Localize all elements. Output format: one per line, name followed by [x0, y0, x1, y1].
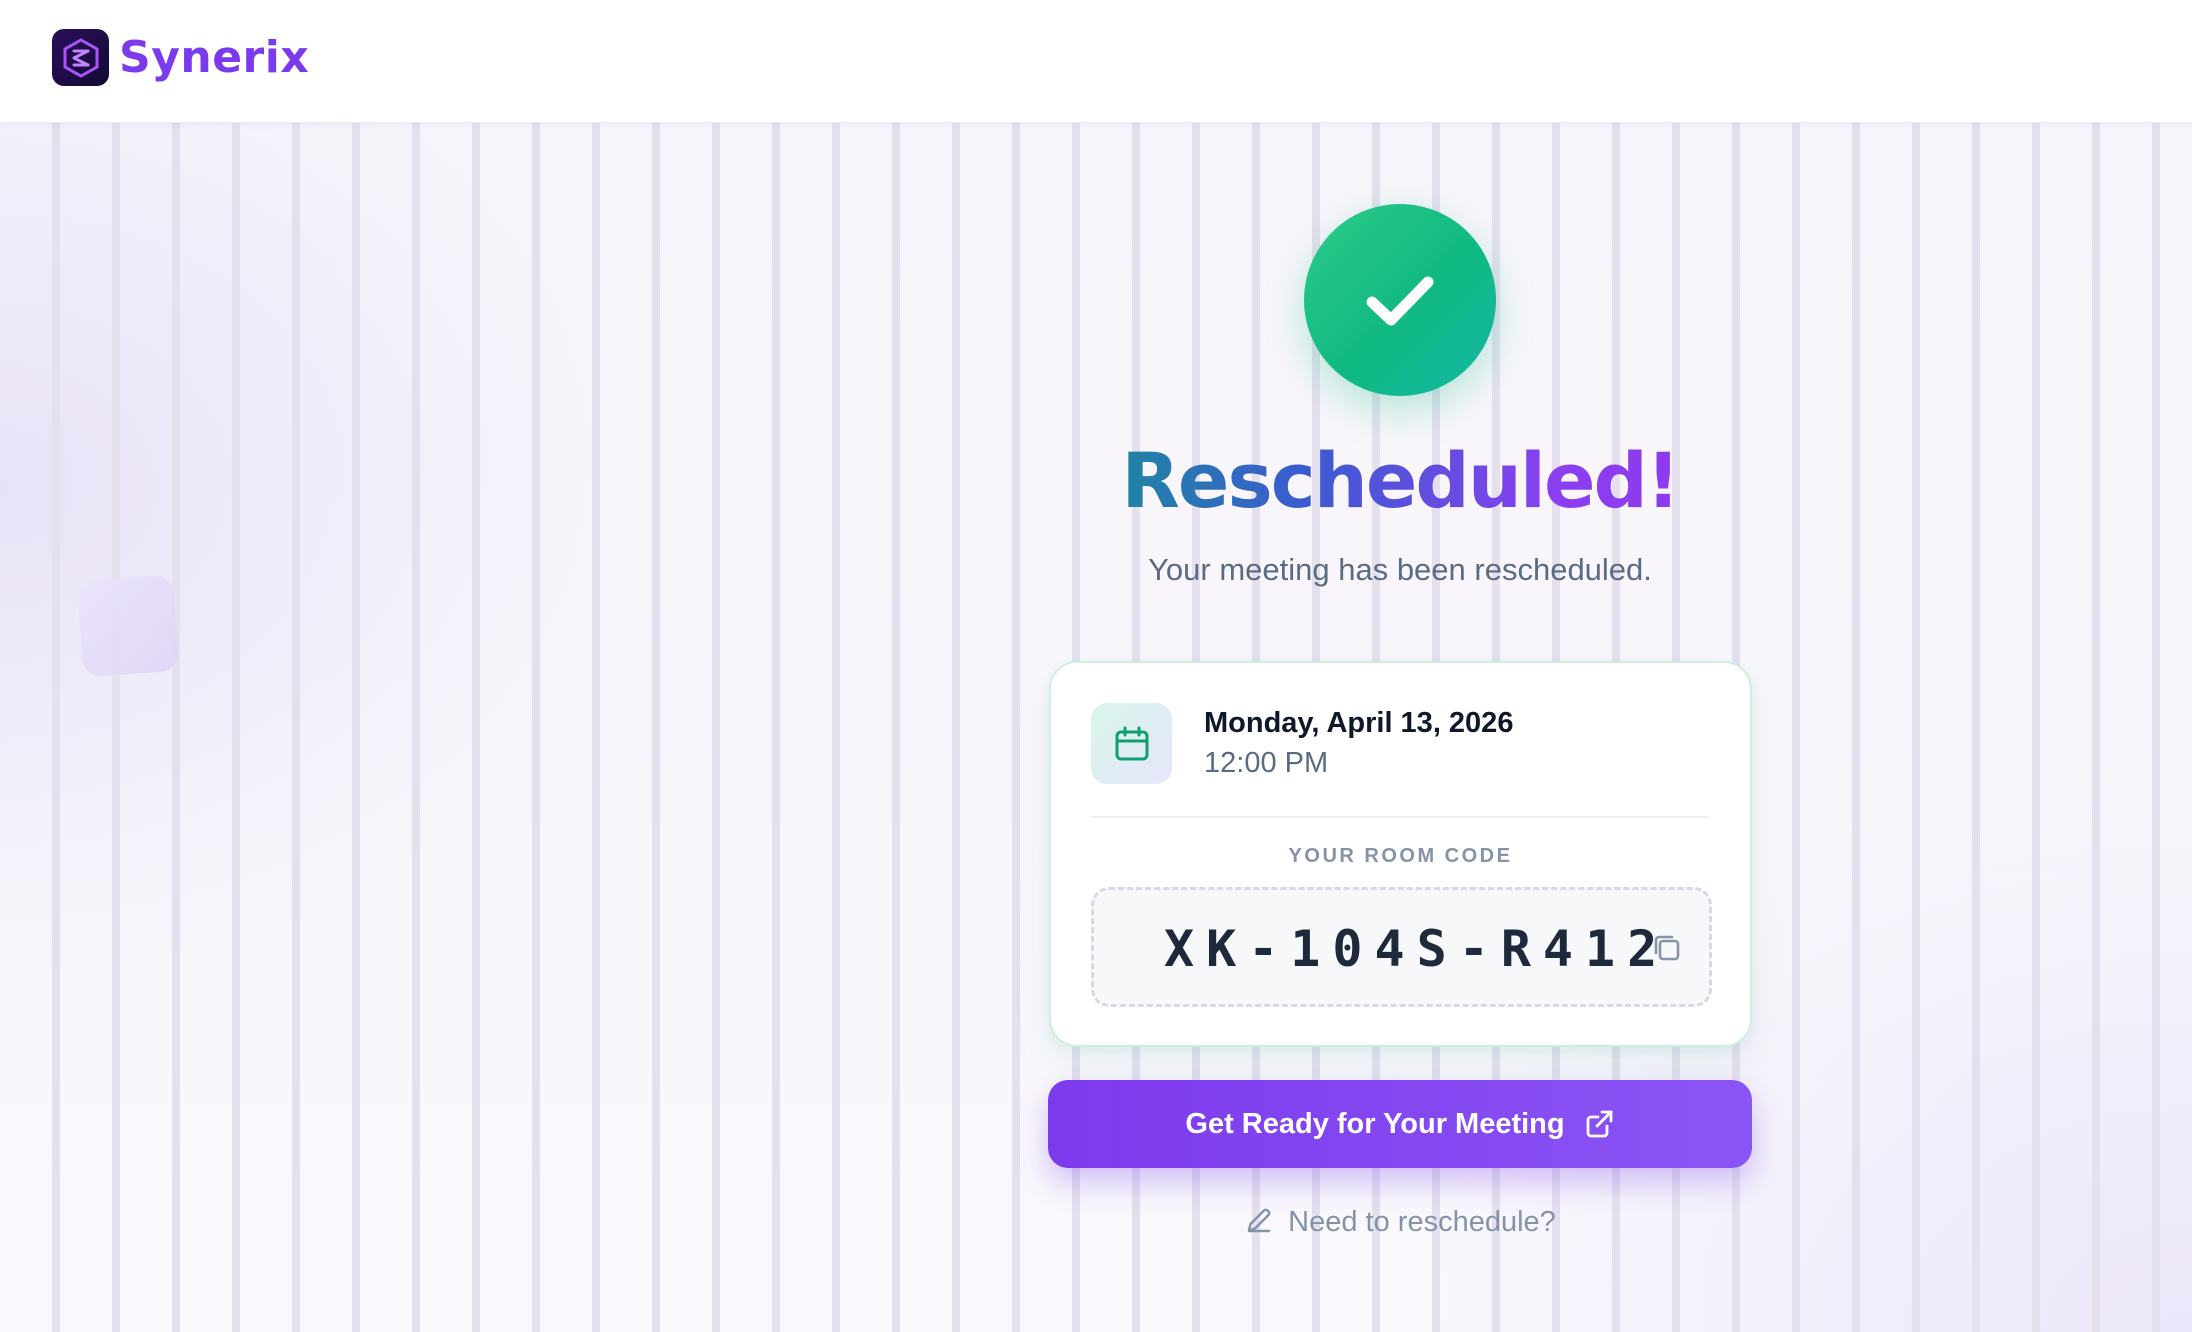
room-code-label: YOUR ROOM CODE — [1288, 845, 1513, 867]
reschedule-link[interactable]: Need to reschedule? — [1100, 1205, 1700, 1240]
divider — [1091, 816, 1710, 818]
meeting-date: Monday, April 13, 2026 — [1204, 707, 1514, 739]
pencil-icon — [1244, 1205, 1274, 1240]
brand-logo[interactable]: Synerix — [52, 29, 309, 86]
decorative-shape — [76, 574, 180, 678]
meeting-details-card: Monday, April 13, 2026 12:00 PM YOUR ROO… — [1049, 661, 1752, 1047]
room-code-box: XK-104S-R412 — [1091, 887, 1712, 1007]
room-code: XK-104S-R412 — [1164, 920, 1670, 978]
calendar-icon — [1115, 726, 1148, 760]
get-ready-button-label: Get Ready for Your Meeting — [1185, 1107, 1565, 1140]
copy-icon[interactable] — [1649, 930, 1685, 971]
page-subtitle: Your meeting has been rescheduled. — [1148, 552, 1652, 587]
external-link-icon — [1583, 1108, 1615, 1140]
brand-name: Synerix — [119, 32, 310, 83]
page-title: Rescheduled! — [1000, 436, 1800, 525]
success-badge — [1304, 204, 1496, 396]
check-icon — [1366, 276, 1434, 326]
calendar-badge — [1091, 703, 1172, 784]
reschedule-link-label: Need to reschedule? — [1288, 1206, 1556, 1238]
meeting-time: 12:00 PM — [1204, 747, 1329, 779]
synerix-logo-icon — [52, 29, 109, 86]
top-navbar: Synerix — [0, 0, 2192, 123]
get-ready-button[interactable]: Get Ready for Your Meeting — [1048, 1080, 1752, 1168]
